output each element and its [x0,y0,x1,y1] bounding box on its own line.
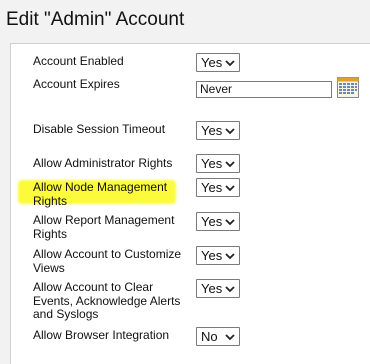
account-enabled-select[interactable]: Yes [196,53,240,72]
allow-clear-events-select[interactable]: Yes [196,279,240,298]
calendar-icon[interactable] [337,77,359,98]
account-expires-label: Account Expires [33,77,120,91]
chevron-down-icon [225,219,235,226]
account-enabled-label: Account Enabled [33,54,124,68]
allow-report-mgmt-label: Allow Report Management Rights [33,213,175,241]
account-enabled-value: Yes [201,55,223,70]
chevron-down-icon [225,128,235,135]
account-expires-input[interactable]: Never [196,81,332,98]
allow-node-mgmt-value: Yes [201,180,223,195]
disable-session-timeout-select[interactable]: Yes [196,121,240,140]
allow-admin-rights-label: Allow Administrator Rights [33,156,173,170]
allow-clear-events-value: Yes [201,281,223,296]
allow-customize-views-select[interactable]: Yes [196,246,240,265]
chevron-down-icon [225,334,235,341]
chevron-down-icon [225,286,235,293]
allow-node-mgmt-select[interactable]: Yes [196,178,240,197]
allow-admin-rights-value: Yes [201,156,223,171]
allow-admin-rights-select[interactable]: Yes [196,154,240,173]
allow-customize-views-value: Yes [201,248,223,263]
allow-customize-views-label: Allow Account to Customize Views [33,247,182,275]
allow-clear-events-label: Allow Account to Clear Events, Acknowled… [33,280,181,321]
chevron-down-icon [225,185,235,192]
chevron-down-icon [225,253,235,260]
allow-browser-integration-select[interactable]: No [196,327,240,346]
allow-browser-integration-label: Allow Browser Integration [33,328,170,342]
allow-node-mgmt-label: Allow Node Management Rights [33,180,168,208]
chevron-down-icon [225,60,235,67]
disable-session-timeout-value: Yes [201,123,223,138]
disable-session-timeout-label: Disable Session Timeout [33,122,166,136]
allow-report-mgmt-select[interactable]: Yes [196,212,240,231]
page-title: Edit "Admin" Account [6,9,185,30]
allow-report-mgmt-value: Yes [201,214,223,229]
allow-browser-integration-value: No [201,329,218,344]
chevron-down-icon [225,161,235,168]
